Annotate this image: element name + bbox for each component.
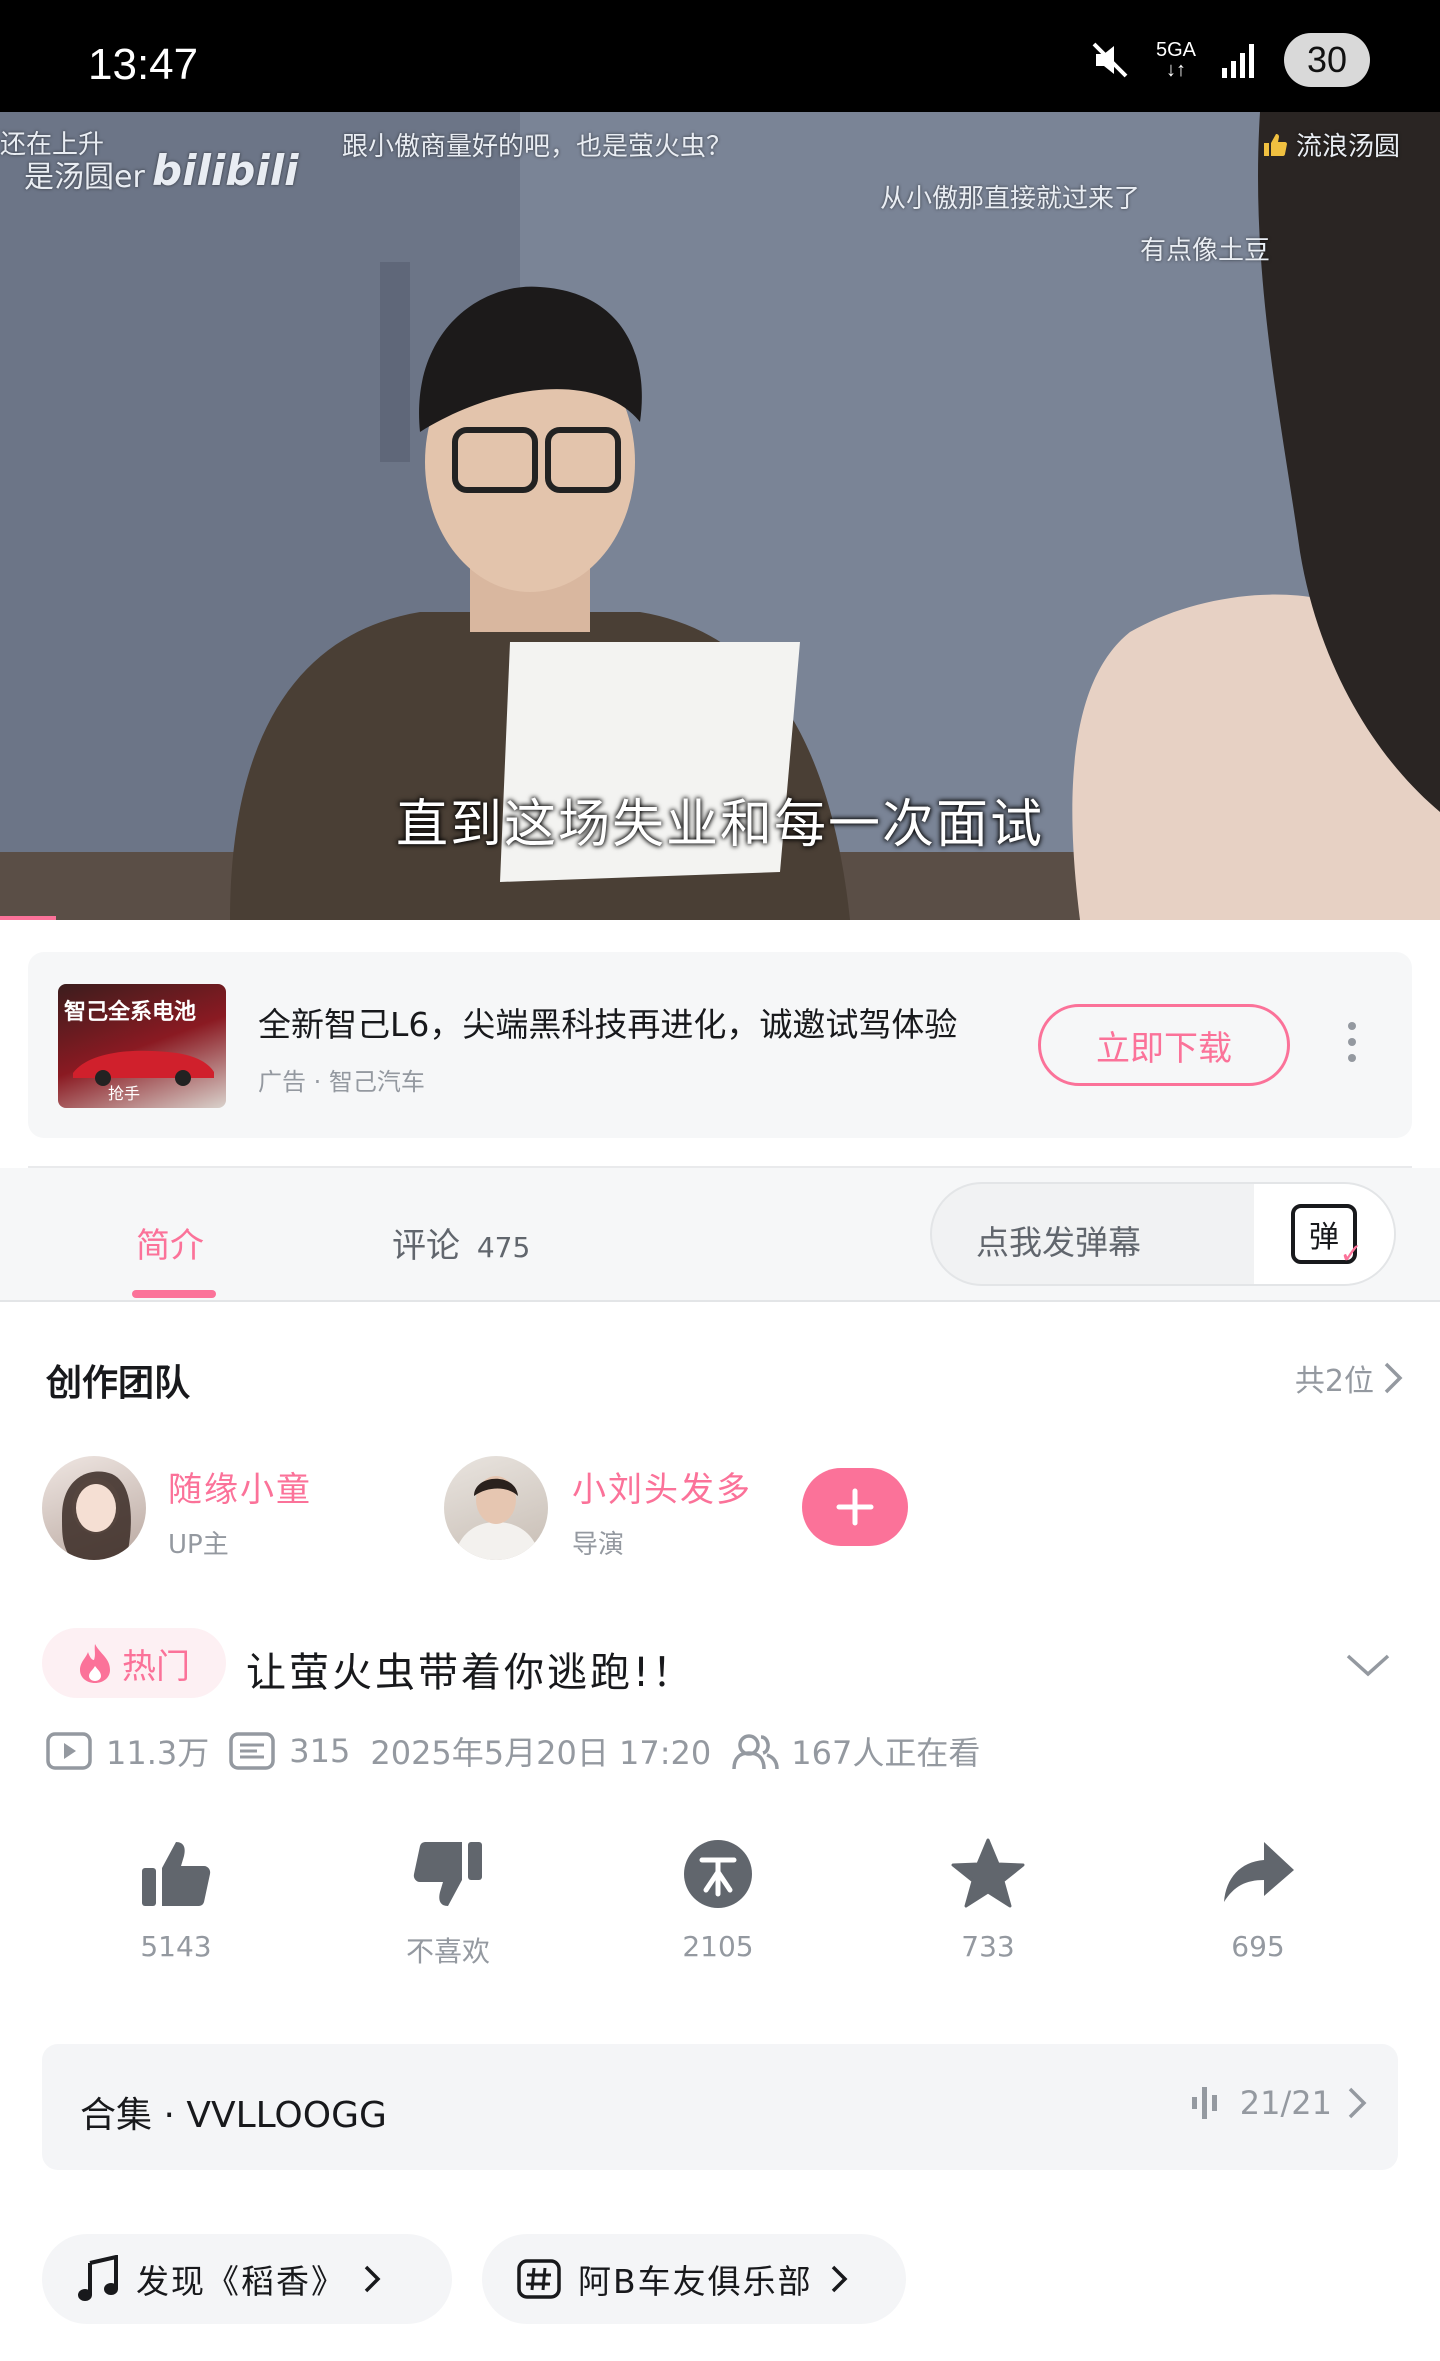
ad-download-button[interactable]: 立即下载 — [1038, 1004, 1290, 1086]
viewers-icon — [732, 1734, 780, 1770]
danmaku-item: 从小傲那直接就过来了 — [880, 184, 1141, 214]
uploader-watermark: 是汤圆er — [24, 160, 145, 195]
view-count: 11.3万 — [106, 1734, 210, 1772]
coin-button[interactable]: 2105 — [648, 1836, 788, 1963]
tab-indicator — [132, 1290, 216, 1298]
uploader-overlay: 流浪汤圆 — [1262, 126, 1400, 163]
video-title: 让萤火虫带着你逃跑!！ — [246, 1650, 696, 1696]
danmaku-count-icon — [229, 1732, 276, 1770]
member-name[interactable]: 随缘小童 — [168, 1462, 312, 1511]
topic-tag-label: 阿B车友俱乐部 — [578, 2262, 813, 2301]
avatar[interactable] — [444, 1456, 548, 1560]
collection-title: 合集 · VVLLOOGG — [80, 2095, 387, 2136]
video-stats: 11.3万 315 2025年5月20日 17:20 167人正在看 — [46, 1728, 1000, 1774]
network-label: 5GA ↓↑ — [1155, 39, 1196, 81]
ad-thumbnail: 智己全系电池 抢手 — [58, 984, 226, 1108]
danmaku-input[interactable]: 点我发弹幕 弹 ✓ — [930, 1182, 1396, 1286]
follow-button[interactable] — [802, 1468, 908, 1546]
tab-bar: 简介 评论 475 点我发弹幕 弹 ✓ — [0, 1168, 1440, 1302]
status-icons: 5GA ↓↑ 30 — [1088, 30, 1370, 90]
favorite-count: 733 — [961, 1930, 1015, 1963]
comments-count: 475 — [476, 1231, 531, 1264]
danmaku-count: 315 — [289, 1732, 351, 1770]
bilibili-logo: bilibili — [152, 146, 299, 195]
danmaku-item: 有点像土豆 — [1140, 236, 1271, 266]
mute-icon — [1092, 42, 1128, 78]
watching-count: 167人正在看 — [791, 1734, 981, 1772]
thumbs-up-icon — [142, 1842, 211, 1906]
ad-thumb-text: 智己全系电池 — [64, 1000, 197, 1025]
dislike-button[interactable]: 不喜欢 — [378, 1836, 518, 1970]
tab-intro[interactable]: 简介 — [136, 1218, 204, 1267]
team-section-title: 创作团队 — [46, 1363, 191, 1404]
avatar[interactable] — [42, 1456, 146, 1560]
star-icon — [951, 1838, 1025, 1908]
plus-icon — [836, 1488, 874, 1526]
flame-icon — [80, 1644, 110, 1683]
chevron-right-icon — [1384, 1362, 1403, 1394]
team-count-link[interactable]: 共2位 — [1295, 1356, 1406, 1400]
share-icon — [1224, 1842, 1294, 1902]
hashtag-icon — [517, 2259, 561, 2299]
danmaku-toggle-button[interactable]: 弹 ✓ — [1254, 1184, 1394, 1284]
danmaku-item: 跟小傲商量好的吧，也是萤火虫？ — [342, 132, 733, 162]
tab-comments[interactable]: 评论 475 — [392, 1218, 530, 1267]
audio-bars-icon — [1191, 2087, 1217, 2119]
signal-icon — [1222, 44, 1254, 78]
thumbs-down-icon — [413, 1842, 482, 1906]
ad-card[interactable]: 智己全系电池 抢手 全新智己L6，尖端黑科技再进化，诚邀试驾体验 广告 · 智己… — [28, 952, 1412, 1138]
car-image — [73, 1050, 214, 1086]
member-role: UP主 — [168, 1530, 229, 1560]
video-progress-bar[interactable] — [0, 916, 56, 920]
video-player[interactable]: 还在上升 是汤圆er bilibili 跟小傲商量好的吧，也是萤火虫？ 从小傲那… — [0, 112, 1440, 920]
share-count: 695 — [1231, 1930, 1285, 1963]
publish-date: 2025年5月20日 17:20 — [370, 1734, 712, 1772]
dislike-label: 不喜欢 — [405, 1935, 490, 1968]
ad-thumb-sub: 抢手 — [108, 1084, 141, 1103]
share-button[interactable]: 695 — [1188, 1836, 1328, 1963]
ad-source: 广告 · 智己汽车 — [258, 1068, 425, 1096]
coin-count: 2105 — [682, 1930, 754, 1963]
collection-progress: 21/21 — [1239, 2084, 1332, 2122]
chevron-right-icon — [364, 2265, 381, 2293]
collection-bar[interactable]: 合集 · VVLLOOGG 21/21 — [42, 2044, 1398, 2170]
collection-progress-link[interactable]: 21/21 — [1190, 2084, 1368, 2122]
music-tag-label: 发现《稻香》 — [136, 2262, 346, 2301]
more-options-icon[interactable] — [1348, 1022, 1358, 1070]
chevron-right-icon — [831, 2265, 848, 2293]
chevron-right-icon — [1348, 2087, 1367, 2119]
chevron-down-icon[interactable] — [1344, 1650, 1392, 1680]
coin-icon — [684, 1840, 752, 1908]
like-button[interactable]: 5143 — [106, 1836, 246, 1963]
music-tag[interactable]: 发现《稻香》 — [42, 2234, 452, 2324]
danmaku-icon: 弹 ✓ — [1291, 1204, 1363, 1270]
hot-badge[interactable]: 热门 — [42, 1628, 226, 1698]
tab-comments-label: 评论 — [392, 1226, 460, 1266]
ad-title[interactable]: 全新智己L6，尖端黑科技再进化，诚邀试驾体验 — [258, 998, 998, 1046]
member-name[interactable]: 小刘头发多 — [572, 1462, 752, 1511]
play-count-icon — [46, 1732, 92, 1770]
battery-indicator: 30 — [1284, 33, 1370, 87]
status-time: 13:47 — [88, 40, 199, 89]
like-count: 5143 — [140, 1930, 212, 1963]
topic-tag[interactable]: 阿B车友俱乐部 — [482, 2234, 906, 2324]
member-role: 导演 — [572, 1530, 625, 1560]
video-subtitle: 直到这场失业和每一次面试 — [395, 795, 1044, 855]
favorite-button[interactable]: 733 — [918, 1836, 1058, 1963]
thumbs-up-icon — [1264, 133, 1287, 156]
status-bar: 13:47 5GA ↓↑ 30 — [0, 0, 1440, 112]
music-note-icon — [78, 2255, 118, 2301]
danmaku-placeholder: 点我发弹幕 — [976, 1223, 1141, 1262]
